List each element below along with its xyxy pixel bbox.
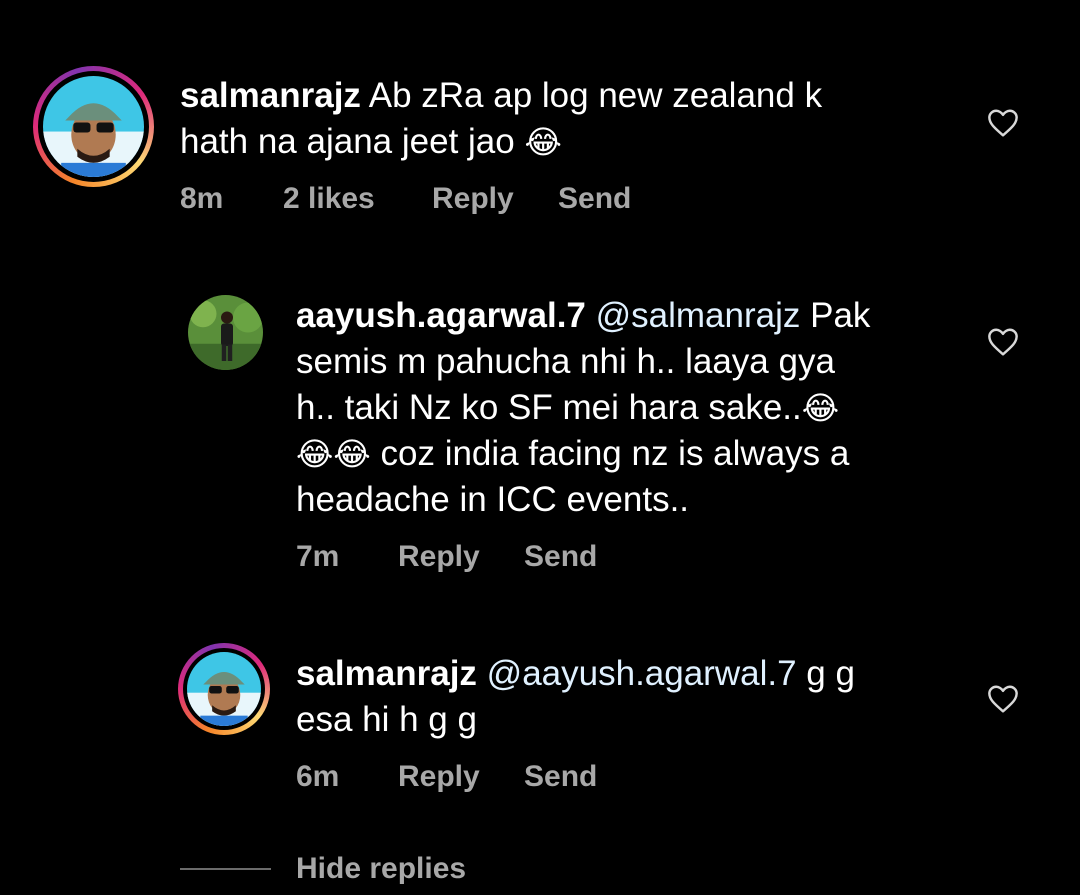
avatar-photo <box>43 76 144 177</box>
comment-time: 6m <box>296 760 340 793</box>
story-avatar[interactable] <box>178 643 270 735</box>
reply-button[interactable]: Reply <box>398 540 524 574</box>
comment-text: salmanrajz @aayush.agarwal.7 g g esa hi … <box>296 651 976 743</box>
username[interactable]: aayush.agarwal.7 <box>296 296 586 335</box>
comment-body-line-1: Pak <box>800 296 871 335</box>
hide-replies-divider <box>180 868 271 870</box>
comment-text: salmanrajz Ab zRa ap log new zealand k h… <box>180 73 940 165</box>
heart-outline-icon[interactable] <box>986 684 1020 714</box>
story-avatar[interactable] <box>33 66 154 187</box>
username[interactable]: salmanrajz <box>180 76 361 115</box>
laughing-emoji: 😂 <box>524 123 562 161</box>
comment-meta: 7m Reply Send <box>296 540 597 574</box>
reply-button[interactable]: Reply <box>432 182 558 216</box>
comment-body-line-5: headache in ICC events.. <box>296 480 690 519</box>
comment-body-line-4: coz india facing nz is always a <box>370 434 850 473</box>
likes-count[interactable]: 2 likes <box>283 182 432 216</box>
comment-body-line-2: semis m pahucha nhi h.. laaya gya <box>296 342 835 381</box>
mention-link[interactable]: @salmanrajz <box>596 296 801 335</box>
mention-link[interactable]: @aayush.agarwal.7 <box>487 654 797 693</box>
username[interactable]: salmanrajz <box>296 654 477 693</box>
comment-text: aayush.agarwal.7 @salmanrajz Pak semis m… <box>296 293 976 523</box>
hide-replies-button[interactable]: Hide replies <box>296 852 466 886</box>
avatar-photo <box>188 295 263 370</box>
send-button[interactable]: Send <box>524 540 597 574</box>
reply-button[interactable]: Reply <box>398 760 524 794</box>
user-avatar[interactable] <box>188 295 263 370</box>
avatar-photo <box>187 652 261 726</box>
comment-body-line-2: esa hi h g g <box>296 700 477 739</box>
send-button[interactable]: Send <box>524 760 597 794</box>
comment-body-line-1: g g <box>796 654 855 693</box>
comment-body-line-3: h.. taki Nz ko SF mei hara sake.. <box>296 388 802 427</box>
comment-time: 7m <box>296 540 340 573</box>
heart-outline-icon[interactable] <box>986 108 1020 138</box>
comment-body-line-1: Ab zRa ap log new zealand k <box>360 76 823 115</box>
comment-meta: 8m 2 likes Reply Send <box>180 182 631 216</box>
laughing-emoji: 😂 <box>801 389 840 427</box>
comment-time: 8m <box>180 182 224 215</box>
comment-body-line-2: hath na ajana jeet jao <box>180 122 525 161</box>
laughing-emoji: 😂😂 <box>296 435 371 473</box>
send-button[interactable]: Send <box>558 182 631 216</box>
heart-outline-icon[interactable] <box>986 327 1020 357</box>
comment-meta: 6m Reply Send <box>296 760 597 794</box>
